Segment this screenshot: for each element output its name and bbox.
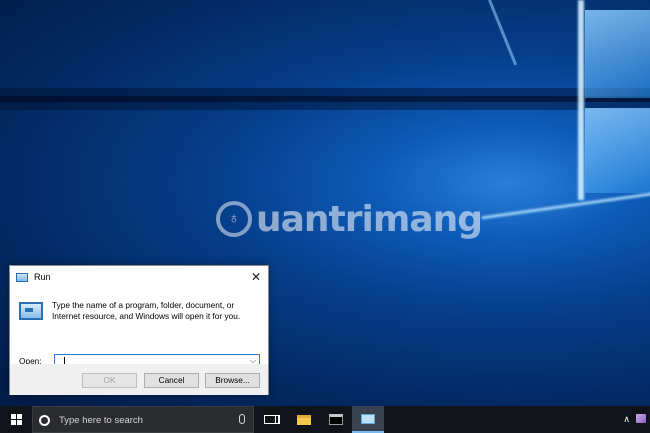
- run-dialog-description: Type the name of a program, folder, docu…: [52, 300, 241, 321]
- run-dialog-body: Type the name of a program, folder, docu…: [10, 288, 268, 370]
- file-explorer-icon: [297, 414, 311, 425]
- wallpaper-window-pane-top: [585, 10, 650, 98]
- run-icon: [16, 272, 28, 282]
- task-view-button[interactable]: [254, 406, 286, 433]
- run-taskbar-button[interactable]: [352, 406, 384, 433]
- wallpaper-light-beam-vertical: [578, 0, 584, 200]
- network-icon[interactable]: [636, 414, 646, 423]
- command-prompt-icon: [329, 414, 343, 425]
- ok-button[interactable]: OK: [82, 373, 137, 388]
- system-tray: ∧: [623, 414, 646, 425]
- wallpaper-band-dark: [0, 96, 650, 102]
- run-dialog: Run ✕ Type the name of a program, folder…: [9, 265, 269, 395]
- wallpaper-light-beam-horizontal: [481, 192, 650, 220]
- close-button[interactable]: ✕: [248, 269, 264, 285]
- browse-button[interactable]: Browse...: [205, 373, 260, 388]
- show-hidden-icons-chevron-up-icon[interactable]: ∧: [623, 414, 630, 425]
- cancel-button[interactable]: Cancel: [144, 373, 199, 388]
- task-view-icon: [264, 415, 276, 424]
- watermark-logo-icon: ♁: [216, 201, 252, 237]
- mic-icon[interactable]: [239, 414, 245, 424]
- run-dialog-title: Run: [34, 272, 51, 282]
- taskbar-search-box[interactable]: Type here to search: [32, 406, 254, 433]
- run-dialog-titlebar[interactable]: Run ✕: [10, 266, 268, 288]
- file-explorer-button[interactable]: [288, 406, 320, 433]
- command-prompt-button[interactable]: [320, 406, 352, 433]
- search-placeholder: Type here to search: [59, 415, 143, 426]
- start-button[interactable]: [0, 406, 32, 433]
- wallpaper-light-beam: [488, 0, 518, 66]
- windows-logo-icon: [10, 414, 22, 425]
- cortana-icon: [39, 415, 50, 426]
- wallpaper-window-pane-bottom: [585, 108, 650, 193]
- run-icon: [361, 413, 375, 424]
- taskbar: Type here to search ∧: [0, 406, 650, 433]
- watermark-text: uantrimang: [256, 198, 483, 240]
- run-program-icon: [19, 302, 43, 320]
- watermark: ♁ uantrimang: [216, 194, 483, 244]
